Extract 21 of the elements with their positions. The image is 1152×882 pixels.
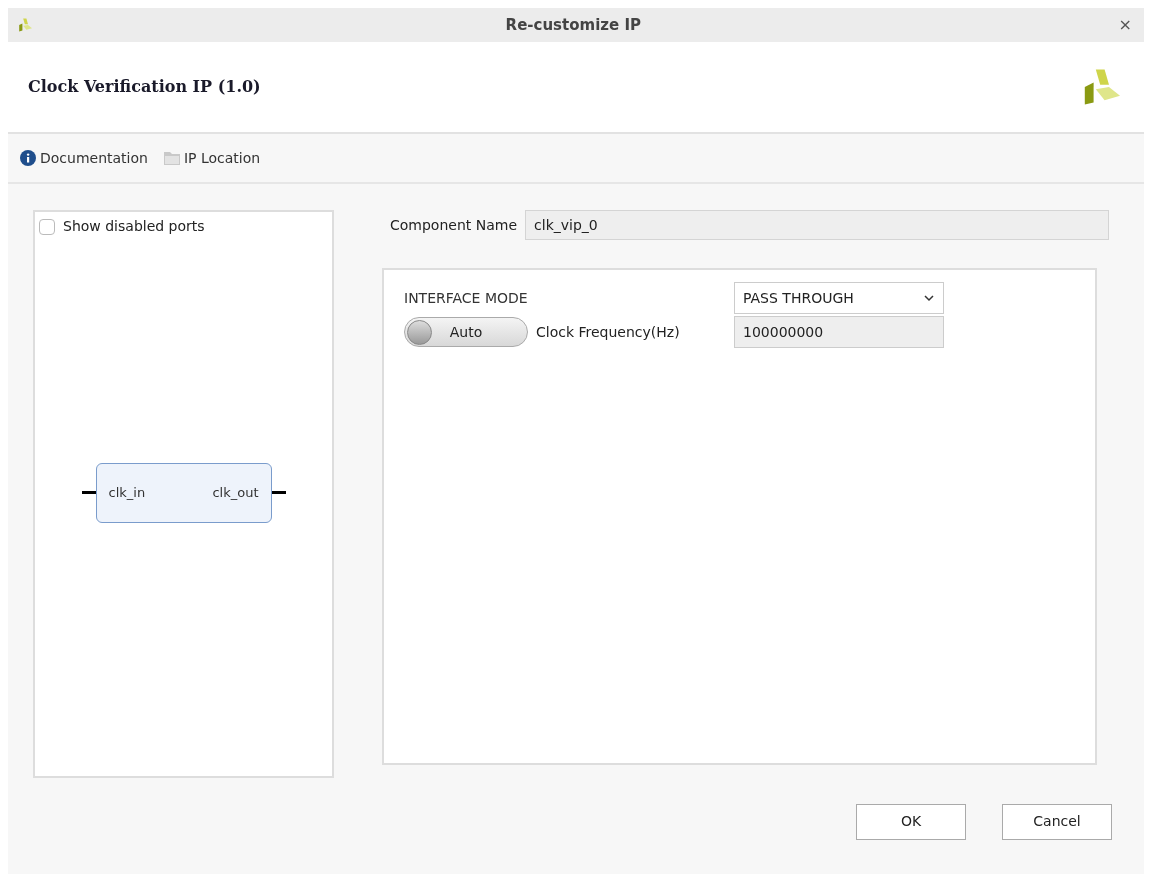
logo-icon bbox=[16, 17, 32, 33]
ip-title: Clock Verification IP (1.0) bbox=[28, 76, 261, 98]
clock-frequency-field[interactable]: 100000000 bbox=[734, 316, 944, 348]
auto-toggle[interactable]: Auto bbox=[404, 317, 528, 347]
chevron-down-icon bbox=[923, 292, 935, 304]
toolbar-link[interactable]: Documentation bbox=[20, 147, 148, 169]
info-icon bbox=[20, 150, 36, 166]
interface-mode-dropdown[interactable]: PASS THROUGH bbox=[734, 282, 944, 314]
component-name-label: Component Name bbox=[390, 215, 518, 235]
port-label: clk_out bbox=[212, 483, 259, 502]
close-button[interactable]: × bbox=[1114, 13, 1136, 37]
component-name-field[interactable]: clk_vip_0 bbox=[525, 210, 1109, 240]
clock-frequency-label: Clock Frequency(Hz) bbox=[536, 322, 681, 342]
toolbar-link[interactable]: IP Location bbox=[163, 147, 261, 169]
dialog-button[interactable]: OK bbox=[856, 803, 966, 840]
folder-icon bbox=[163, 151, 180, 165]
port-label: clk_in bbox=[108, 483, 146, 502]
checkbox[interactable] bbox=[39, 218, 55, 235]
interface-mode-label: INTERFACE MODE bbox=[404, 288, 529, 308]
window-title: Re-customize IP bbox=[504, 14, 642, 36]
dialog-button[interactable]: Cancel bbox=[1002, 803, 1112, 840]
